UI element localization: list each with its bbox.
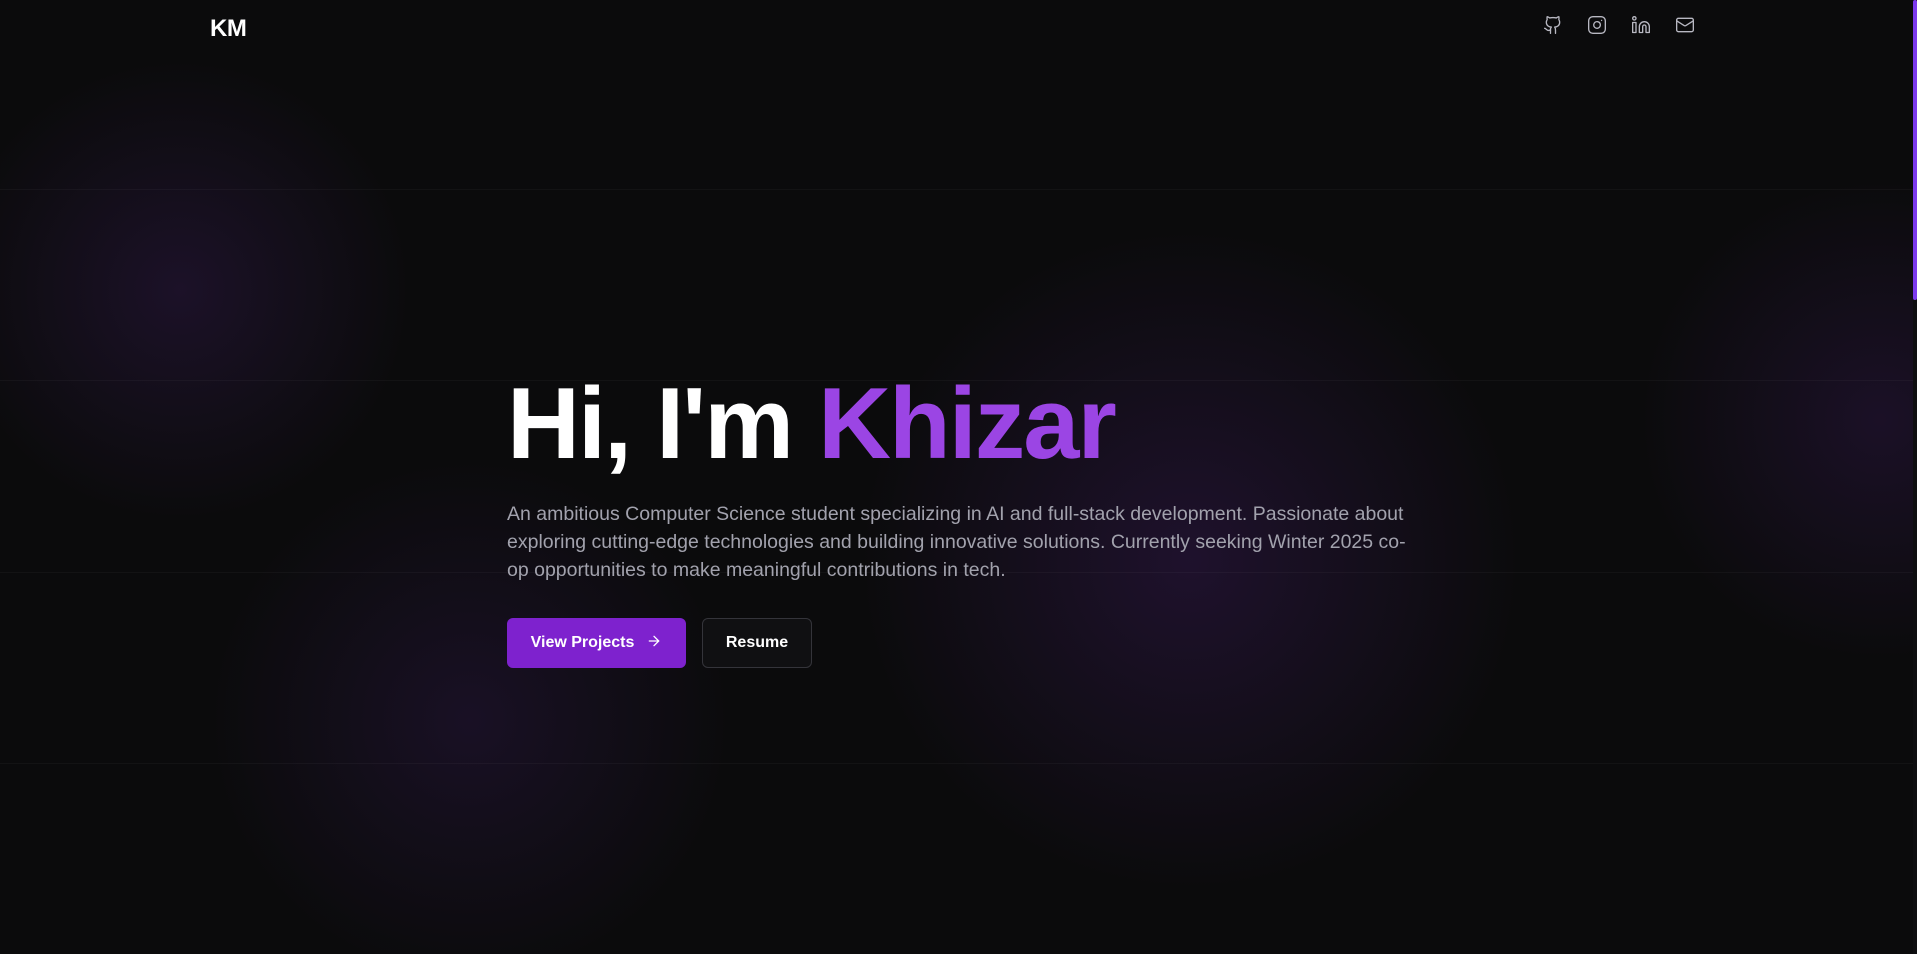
view-projects-button[interactable]: View Projects xyxy=(507,618,686,668)
resume-button[interactable]: Resume xyxy=(702,618,812,668)
hero-title: Hi, I'm Khizar xyxy=(507,368,1407,480)
logo[interactable]: KM xyxy=(210,15,247,43)
scrollbar[interactable] xyxy=(1913,0,1917,954)
scrollbar-thumb[interactable] xyxy=(1913,0,1917,300)
hero-greeting: Hi, I'm xyxy=(507,368,794,480)
hero-actions: View Projects Resume xyxy=(507,618,1407,668)
email-link[interactable] xyxy=(1674,16,1696,38)
mail-icon xyxy=(1675,15,1695,40)
instagram-icon xyxy=(1587,15,1607,40)
grid-line xyxy=(0,189,1913,190)
resume-label: Resume xyxy=(725,634,789,651)
hero-name: Khizar xyxy=(818,368,1117,480)
github-icon xyxy=(1543,15,1563,40)
social-links xyxy=(1542,15,1696,40)
view-projects-label: View Projects xyxy=(530,634,635,651)
grid-line xyxy=(0,763,1913,764)
linkedin-icon xyxy=(1631,15,1651,40)
arrow-right-icon xyxy=(646,633,662,654)
hero-section: Hi, I'm Khizar An ambitious Computer Sci… xyxy=(507,368,1407,668)
linkedin-link[interactable] xyxy=(1630,15,1652,40)
hero-description: An ambitious Computer Science student sp… xyxy=(507,503,1406,581)
github-link[interactable] xyxy=(1542,15,1564,40)
instagram-link[interactable] xyxy=(1586,15,1608,40)
page: KM Hi, I'm Khizar An ambitious Computer … xyxy=(0,0,1917,954)
site-header: KM xyxy=(0,0,1913,58)
